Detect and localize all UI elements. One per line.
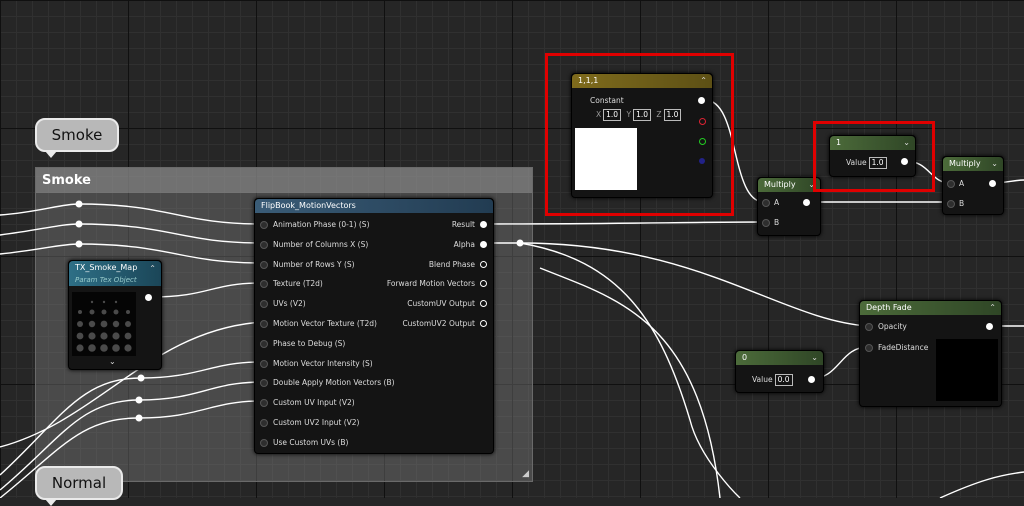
node-header[interactable]: FlipBook_MotionVectors	[255, 199, 493, 213]
depth-fade-node[interactable]: Depth Fade ⌃ Opacity FadeDistance	[859, 300, 1002, 407]
flipbook-input-label: Phase to Debug (S)	[273, 338, 346, 348]
flipbook-output-label: Alpha	[453, 239, 475, 249]
flipbook-output-label: Forward Motion Vectors	[386, 279, 475, 289]
flipbook-output-pin[interactable]	[480, 221, 487, 228]
flipbook-input-label: Custom UV Input (V2)	[273, 398, 355, 408]
input-pin-fadedistance[interactable]	[865, 344, 873, 352]
flipbook-input-label: Texture (T2d)	[273, 279, 323, 289]
flipbook-input-pin[interactable]	[260, 300, 268, 309]
flipbook-input-pin[interactable]	[260, 320, 268, 328]
pin-opacity-label: Opacity	[878, 322, 907, 331]
flipbook-input-label: Number of Columns X (S)	[273, 239, 369, 249]
node-title: Multiply	[949, 159, 981, 168]
input-pin-a[interactable]	[947, 180, 955, 188]
pin-b-label: B	[959, 199, 965, 208]
flipbook-output-label: CustomUV Output	[407, 299, 475, 309]
output-pin[interactable]	[803, 199, 810, 206]
value-row: Value 0.0	[752, 374, 793, 386]
flipbook-motionvectors-node[interactable]: FlipBook_MotionVectors Animation Phase (…	[254, 198, 494, 454]
flipbook-input-label: Motion Vector Intensity (S)	[273, 358, 373, 368]
flipbook-output-pin[interactable]	[480, 300, 487, 308]
output-pin[interactable]	[986, 323, 993, 330]
output-pin[interactable]	[989, 180, 996, 187]
flipbook-output-pin[interactable]	[480, 240, 487, 248]
node-header[interactable]: TX_Smoke_Map Param Tex Object ⌃	[69, 261, 161, 286]
flipbook-input-pin[interactable]	[260, 419, 268, 427]
multiply-node-1[interactable]: Multiply ⌄ A B	[757, 177, 821, 236]
flipbook-output-pin[interactable]	[480, 260, 487, 268]
flipbook-input-label: Double Apply Motion Vectors (B)	[273, 378, 395, 388]
output-pin[interactable]	[145, 294, 152, 301]
flipbook-output-label: CustomUV2 Output	[402, 319, 475, 328]
node-header[interactable]: Multiply ⌄	[943, 157, 1003, 171]
pin-a-label: A	[959, 179, 965, 188]
flipbook-input-label: UVs (V2)	[273, 299, 306, 309]
highlight-box-scalar	[813, 121, 935, 192]
flipbook-input-pin[interactable]	[260, 280, 268, 289]
flipbook-input-label: Use Custom UVs (B)	[273, 437, 349, 447]
input-pin-opacity[interactable]	[865, 323, 873, 331]
flipbook-input-pin[interactable]	[260, 379, 268, 388]
flipbook-input-pin[interactable]	[260, 260, 268, 269]
input-pin-b[interactable]	[947, 200, 955, 208]
flipbook-input-pin[interactable]	[260, 359, 268, 368]
node-title: Depth Fade	[866, 303, 912, 312]
comment-bubble-smoke[interactable]: Smoke	[35, 118, 119, 158]
value-label: Value	[752, 375, 773, 384]
smoke-texture-thumbnail	[76, 300, 132, 352]
node-title: TX_Smoke_Map	[75, 263, 138, 272]
value-field[interactable]: 0.0	[774, 374, 793, 386]
flipbook-input-label: Motion Vector Texture (T2d)	[273, 319, 377, 328]
node-header[interactable]: 0 ⌄	[736, 351, 823, 365]
expand-chevron-icon[interactable]: ⌄	[109, 357, 116, 366]
flipbook-input-pin[interactable]	[260, 240, 268, 249]
flipbook-input-pin[interactable]	[260, 438, 268, 447]
flipbook-input-label: Custom UV2 Input (V2)	[273, 418, 360, 427]
flipbook-input-pin[interactable]	[260, 339, 268, 348]
comment-bubble-normal[interactable]: Normal	[35, 466, 123, 506]
node-title: Multiply	[764, 180, 796, 189]
collapse-chevron-icon[interactable]: ⌃	[149, 263, 156, 275]
resize-grip-icon[interactable]: ◢	[522, 469, 529, 479]
node-subtitle: Param Tex Object	[75, 276, 137, 284]
node-title: 0	[742, 353, 748, 362]
pin-a-label: A	[774, 198, 780, 207]
flipbook-output-label: Blend Phase	[428, 259, 475, 269]
scalar-node-0[interactable]: 0 ⌄ Value 0.0	[735, 350, 824, 393]
flipbook-output-pin[interactable]	[480, 280, 487, 288]
multiply-node-2[interactable]: Multiply ⌄ A B	[942, 156, 1004, 215]
node-header[interactable]: Multiply ⌄	[758, 178, 820, 192]
collapse-chevron-icon[interactable]: ⌃	[989, 301, 996, 315]
pin-b-label: B	[774, 218, 780, 227]
node-title: FlipBook_MotionVectors	[261, 201, 356, 210]
pin-fadedistance-label: FadeDistance	[878, 343, 929, 352]
flipbook-input-pin[interactable]	[260, 399, 268, 408]
flipbook-input-label: Number of Rows Y (S)	[273, 259, 355, 269]
flipbook-input-label: Animation Phase (0-1) (S)	[273, 220, 370, 229]
collapse-chevron-icon[interactable]: ⌄	[991, 157, 998, 171]
flipbook-output-pin[interactable]	[480, 320, 487, 327]
depth-fade-preview	[936, 339, 998, 401]
input-pin-a[interactable]	[762, 199, 770, 207]
comment-title: Smoke	[36, 168, 532, 193]
output-pin[interactable]	[808, 376, 815, 383]
collapse-chevron-icon[interactable]: ⌄	[811, 351, 818, 365]
input-pin-b[interactable]	[762, 219, 770, 227]
node-header[interactable]: Depth Fade ⌃	[860, 301, 1001, 315]
flipbook-input-pin[interactable]	[260, 221, 268, 229]
texture-preview	[72, 292, 136, 356]
highlight-box-constant	[545, 53, 734, 216]
texture-param-node[interactable]: TX_Smoke_Map Param Tex Object ⌃ ⌄	[68, 260, 162, 370]
flipbook-output-label: Result	[451, 220, 475, 229]
